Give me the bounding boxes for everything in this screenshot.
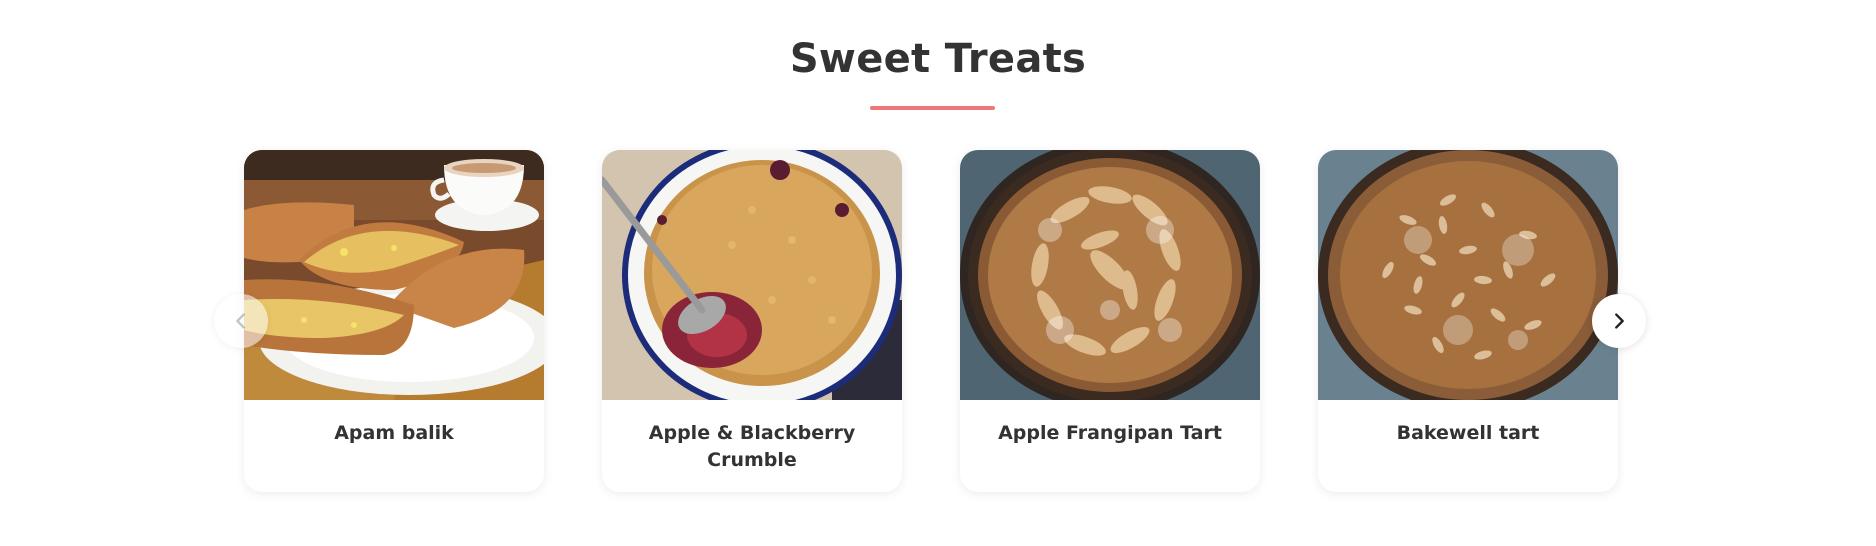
sweet-treats-section: Sweet Treats Apam balik Apple & Blackber… xyxy=(0,0,1876,546)
carousel-prev-button[interactable] xyxy=(214,294,268,348)
recipe-card-apple-blackberry-crumble[interactable]: Apple & Blackberry Crumble xyxy=(602,150,902,492)
apam-balik-image xyxy=(244,150,544,400)
recipe-card-label: Apam balik xyxy=(334,422,454,444)
bakewell-tart-image xyxy=(1318,150,1618,400)
recipe-card-label: Apple & Blackberry Crumble xyxy=(648,422,856,471)
recipe-carousel: Apam balik Apple & Blackberry Crumble Ap… xyxy=(0,0,1876,546)
recipe-card-apple-frangipan-tart[interactable]: Apple Frangipan Tart xyxy=(960,150,1260,492)
apple-blackberry-crumble-image xyxy=(602,150,902,400)
recipe-card-apam-balik[interactable]: Apam balik xyxy=(244,150,544,492)
recipe-card-label: Apple Frangipan Tart xyxy=(998,422,1222,444)
carousel-next-button[interactable] xyxy=(1592,294,1646,348)
chevron-left-icon xyxy=(236,313,245,329)
chevron-right-icon xyxy=(1615,313,1624,329)
apple-frangipan-tart-image xyxy=(960,150,1260,400)
recipe-card-bakewell-tart[interactable]: Bakewell tart xyxy=(1318,150,1618,492)
recipe-card-label: Bakewell tart xyxy=(1396,422,1540,444)
